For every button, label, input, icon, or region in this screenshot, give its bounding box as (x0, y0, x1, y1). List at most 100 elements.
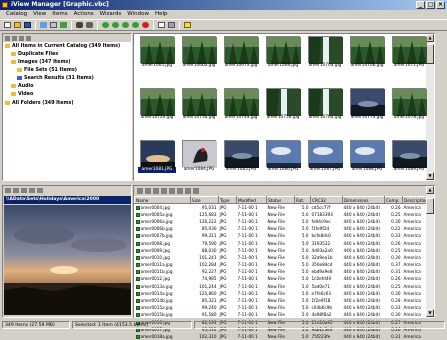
details-tool-icon[interactable] (153, 188, 159, 194)
thumbnail-item[interactable]: amer1077a.jpg (348, 88, 386, 124)
column-header[interactable]: Comp. (384, 196, 403, 204)
tree-tool-icon[interactable] (12, 35, 17, 41)
tree-item-search-results[interactable]: Search Results (31 Items) (17, 75, 94, 82)
column-header[interactable]: Size (190, 196, 219, 204)
table-row[interactable]: amer0008.jpg 79,590 JPG 7-11-00 1 New File 5.… (135, 239, 429, 246)
details-tool-icon[interactable] (169, 188, 175, 194)
table-row[interactable]: amer0009.jpg 88,030 JPG 7-11-00 1 New File 5.… (135, 247, 429, 254)
minimize-button[interactable]: _ (416, 1, 425, 9)
details-scrollbar[interactable]: ▲ ▼ (426, 186, 434, 317)
details-tool-icon[interactable] (137, 188, 143, 194)
stop-button[interactable] (141, 21, 150, 30)
menu-wizards[interactable]: Wizards (97, 10, 125, 19)
thumbnail-item[interactable]: amer1065.jpg (138, 36, 176, 72)
close-button[interactable]: × (436, 1, 445, 9)
tree-item-images[interactable]: Images (347 Items) (11, 59, 71, 66)
table-row[interactable]: amer0015b.jpg 91,580 JPG 7-11-00 1 New File 5… (135, 311, 429, 318)
up-button[interactable] (121, 21, 130, 30)
table-row[interactable]: amer0005a.jpg 125,683 JPG 7-11-00 1 New File… (135, 211, 429, 218)
maximize-button[interactable]: □ (426, 1, 435, 9)
find-button[interactable] (85, 21, 94, 30)
scroll-up-button[interactable]: ▲ (426, 186, 434, 194)
new-catalog-button[interactable] (3, 21, 12, 30)
preview-tool-icon[interactable] (21, 188, 27, 193)
import-button[interactable] (39, 21, 48, 30)
tree-item-duplicate-files[interactable]: Duplicate Files (11, 51, 58, 58)
table-row[interactable]: amer0014a.jpg 125,860 JPG 7-11-00 1 New File… (135, 290, 429, 297)
menu-items[interactable]: Items (49, 10, 70, 19)
column-header[interactable]: Modified (236, 196, 267, 204)
menu-help[interactable]: Help (152, 10, 171, 19)
thumbnail-item[interactable]: amer1089.JPG (390, 140, 428, 176)
menu-view[interactable]: View (30, 10, 49, 19)
thumbnail-item[interactable]: amer1085.JPG (222, 140, 260, 176)
open-catalog-button[interactable] (13, 21, 22, 30)
refresh-button[interactable] (131, 21, 140, 30)
tree-item-all-items[interactable]: All Items in Current Catalog (349 Items) (5, 43, 120, 50)
thumbnail-item[interactable]: amer1070a.jpg (306, 36, 344, 72)
catalog-button[interactable] (49, 21, 58, 30)
table-row[interactable]: amer0010.jpg 101,241 JPG 7-11-00 1 New File 5… (135, 254, 429, 261)
details-tool-icon[interactable] (185, 188, 191, 194)
preview-tool-icon[interactable] (29, 188, 35, 193)
tree-item-video[interactable]: Video (11, 91, 33, 98)
table-row[interactable]: amer0012.jpg 74,985 JPG 7-11-00 1 New File 5.… (135, 275, 429, 282)
thumbnail-item[interactable]: amer1076a.jpg (306, 88, 344, 124)
thumbnail-item[interactable]: amer1067a.jpg (222, 36, 260, 72)
thumbnail-item[interactable]: amer1081.JPG (138, 140, 176, 176)
column-header[interactable]: Name (134, 196, 191, 204)
thumbnail-item[interactable]: amer1073a.jpg (180, 88, 218, 124)
thumbnail-item[interactable]: amer1068.jpg (264, 36, 302, 72)
table-row[interactable]: amer0015a.jpg 99,240 JPG 7-11-00 1 New File 5… (135, 304, 429, 311)
scroll-down-button[interactable]: ▼ (426, 309, 434, 317)
back-button[interactable] (101, 21, 110, 30)
update-button[interactable] (59, 21, 68, 30)
thumbnail-item[interactable]: amer1070b.jpg (348, 36, 386, 72)
column-header[interactable]: Status (266, 196, 295, 204)
thumbnails-view-button[interactable] (157, 21, 166, 30)
thumbnail-item[interactable]: amer1072a.jpg (138, 88, 176, 124)
details-tool-icon[interactable] (161, 188, 167, 194)
details-tool-icon[interactable] (193, 188, 199, 194)
options-button[interactable] (167, 21, 176, 30)
tree-item-all-folders[interactable]: All Folders (349 Items) (5, 100, 74, 107)
column-header[interactable]: Dimensions (342, 196, 385, 204)
menu-catalog[interactable]: Catalog (3, 10, 30, 19)
details-tool-icon[interactable] (145, 188, 151, 194)
search-button[interactable] (75, 21, 84, 30)
menu-actions[interactable]: Actions (71, 10, 97, 19)
table-row[interactable]: amer0011b.jpg 92,227 JPG 7-11-00 1 New File 5… (135, 268, 429, 275)
save-button[interactable] (23, 21, 32, 30)
thumbnail-item[interactable]: amer1078.jpg (390, 88, 428, 124)
tree-item-audio[interactable]: Audio (11, 83, 34, 90)
thumbnail-item[interactable]: amer1088.JPG (348, 140, 386, 176)
column-header[interactable]: Description (402, 196, 429, 204)
preview-tool-icon[interactable] (13, 188, 19, 193)
table-row[interactable]: amer0006a.jpg 126,222 JPG 7-11-00 1 New File… (135, 218, 429, 225)
table-row[interactable]: amer0018a.jpg 102,310 JPG 7-11-00 1 New File… (135, 333, 429, 340)
table-row[interactable]: amer0014b.jpg 85,321 JPG 7-11-00 1 New File 5… (135, 297, 429, 304)
table-row[interactable]: amer0004.jpg 95,031 JPG 7-11-00 1 New File 5.… (135, 204, 429, 211)
thumbnail-item[interactable]: amer1075a.jpg (264, 88, 302, 124)
column-header[interactable]: Type (218, 196, 237, 204)
thumbnail-item[interactable]: amer1071.JPG (390, 36, 428, 72)
column-header[interactable]: CRC32 (310, 196, 343, 204)
thumbnail-item[interactable]: amer1074a.jpg (222, 88, 260, 124)
thumbnail-item[interactable]: amer1084.JPG (180, 140, 218, 176)
tree-tool-icon[interactable] (5, 35, 10, 41)
table-row[interactable]: amer0007b.jpg 99,311 JPG 7-11-00 1 New File 5… (135, 232, 429, 239)
scroll-thumb[interactable] (426, 198, 434, 214)
details-tool-icon[interactable] (177, 188, 183, 194)
tree-tool-icon[interactable] (26, 35, 31, 41)
table-row[interactable]: amer0011a.jpg 102,284 JPG 7-11-00 1 New File… (135, 261, 429, 268)
thumbnail-item[interactable]: amer1087.JPG (306, 140, 344, 176)
forward-button[interactable] (111, 21, 120, 30)
preview-tool-icon[interactable] (5, 188, 11, 193)
column-header[interactable]: Rat. (294, 196, 311, 204)
table-row[interactable]: amer0006b.jpg 85,030 JPG 7-11-00 1 New File 5… (135, 225, 429, 232)
menu-window[interactable]: Window (124, 10, 152, 19)
tree-item-file-sets[interactable]: File Sets (51 Items) (17, 67, 77, 74)
thumbnail-item[interactable]: amer1066a.jpg (180, 36, 218, 72)
table-row[interactable]: amer0013a.jpg 101,244 JPG 7-11-00 1 New File… (135, 283, 429, 290)
preview-tool-icon[interactable] (37, 188, 43, 193)
